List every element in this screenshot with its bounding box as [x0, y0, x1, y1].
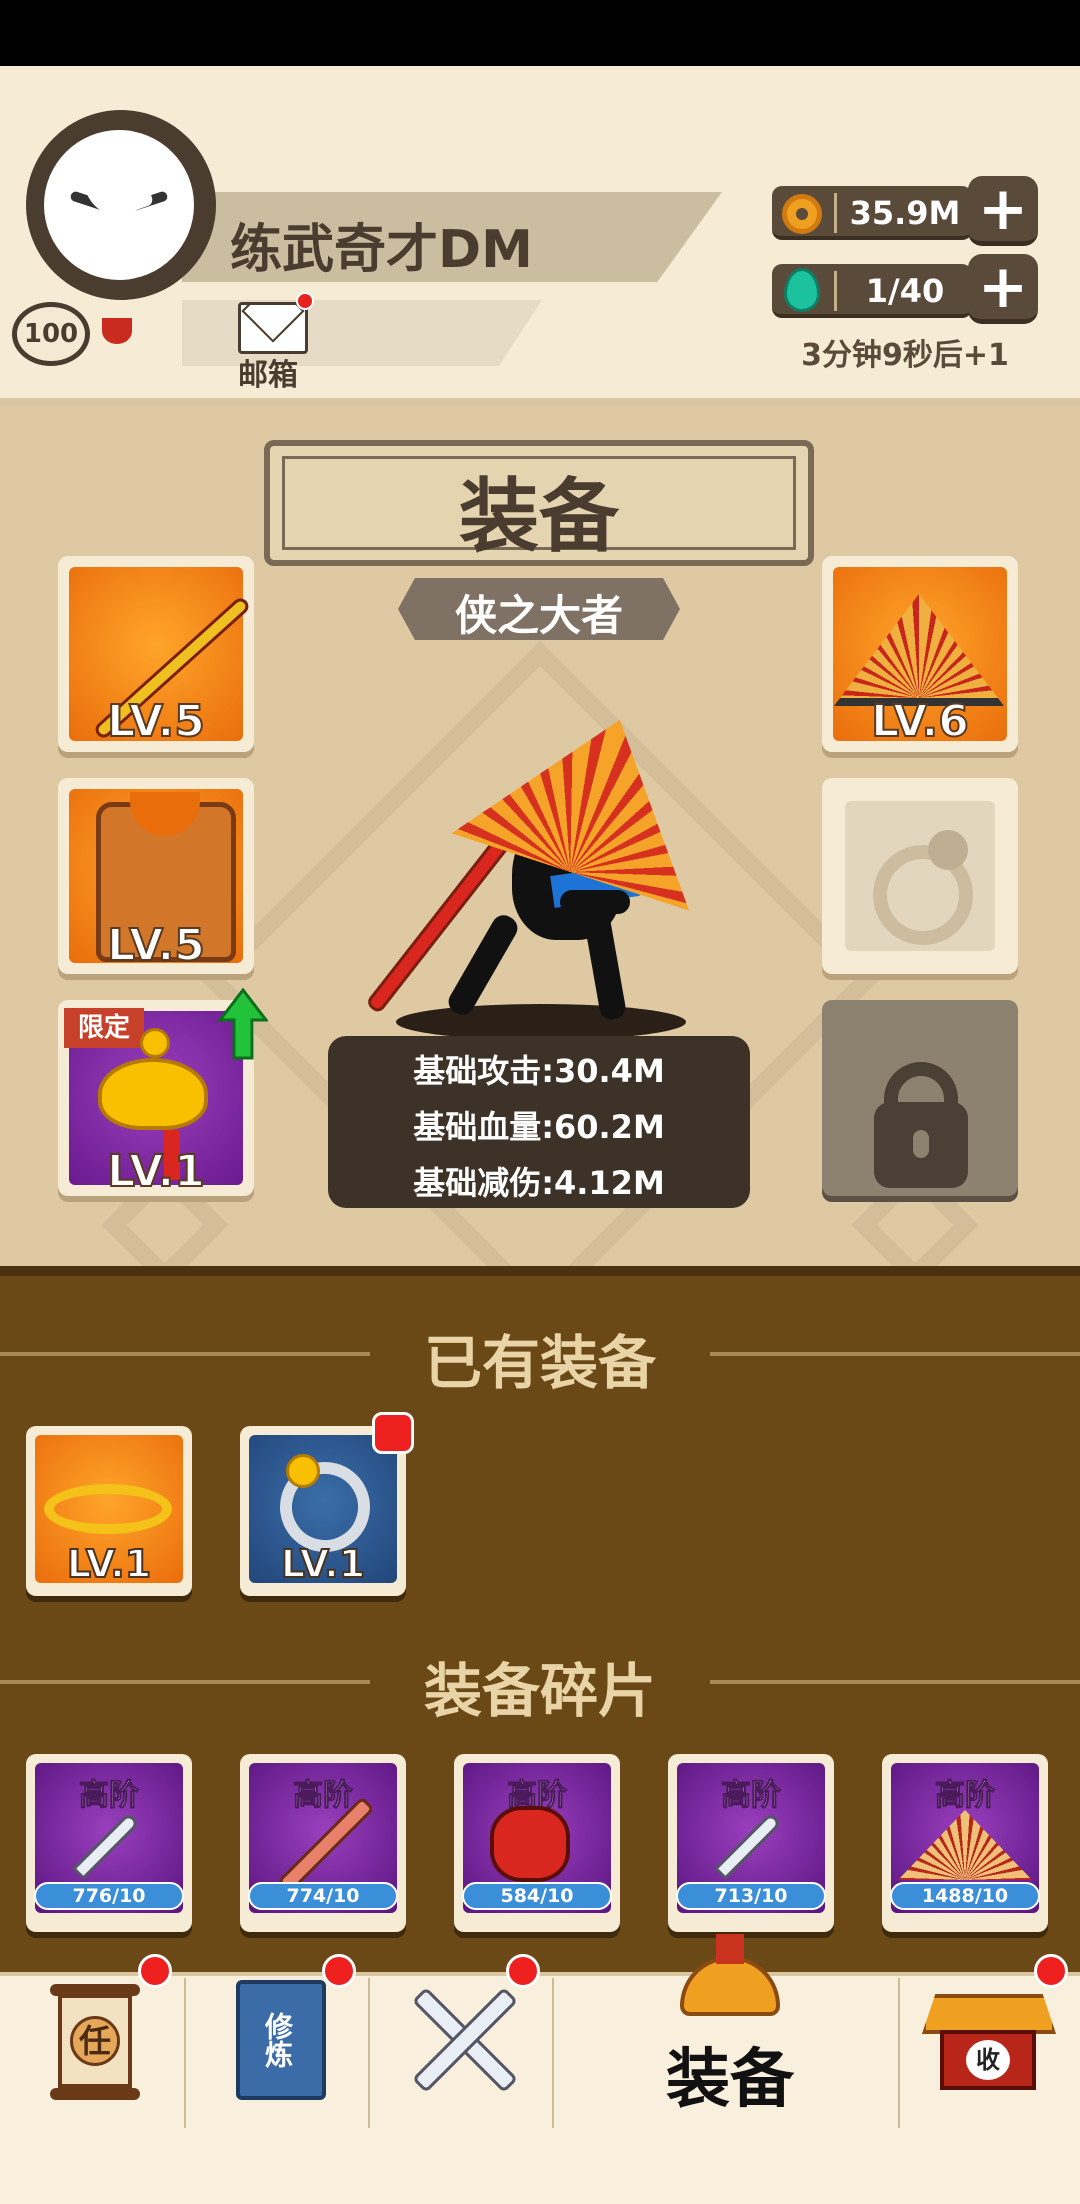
slot-level: LV.5 [106, 919, 206, 972]
page-title: 装备 [459, 470, 619, 563]
add-stamina-button[interactable]: + [968, 254, 1038, 324]
stamina-gem-icon [784, 268, 820, 312]
armor-plume [716, 1934, 744, 1964]
gold-ingot-knob [140, 1028, 170, 1058]
notification-badge [1034, 1954, 1068, 1988]
rank-title: 侠之大者 [454, 591, 623, 640]
notification-badge [138, 1954, 172, 1988]
res-divider [834, 271, 837, 311]
empty-ring-gem [928, 830, 968, 870]
upgrade-arrow-icon [218, 988, 268, 1060]
fragment-count: 713/10 [676, 1882, 826, 1910]
player-name: 练武奇才DM [230, 220, 533, 280]
coin-count: 35.9M [849, 194, 961, 232]
collection-temple-icon [922, 1994, 1056, 2034]
mail-notification-dot [296, 292, 314, 310]
mail-label[interactable]: 邮箱 [238, 350, 298, 394]
gold-headband-icon [44, 1484, 172, 1534]
owned-equipment-title: 已有装备 [423, 1329, 656, 1397]
ring-gem-icon [286, 1454, 320, 1488]
player-level-badge: 100 [12, 302, 90, 366]
fragments-title: 装备碎片 [423, 1657, 656, 1725]
lock-keyhole [913, 1130, 929, 1158]
fragment-tier: 高阶 [935, 1778, 996, 1814]
slot-level: LV.1 [106, 1145, 206, 1198]
status-bar [0, 0, 1080, 66]
character-arm [560, 890, 630, 914]
item-level: LV.1 [66, 1541, 152, 1587]
quest-scroll-rod [50, 2088, 140, 2100]
training-book-icon: 修炼 [236, 1980, 326, 2100]
add-coins-button[interactable]: + [968, 176, 1038, 246]
name-plate-secondary [182, 300, 542, 366]
stamina-timer: 3分钟9秒后+1 [801, 338, 1009, 373]
stat-attack: 基础攻击:30.4M [413, 1052, 665, 1090]
avatar-beak [102, 318, 132, 344]
mail-icon[interactable] [238, 302, 308, 354]
character-shadow [396, 1004, 686, 1040]
fragment-tier: 高阶 [721, 1778, 782, 1814]
fragment-count: 774/10 [248, 1882, 398, 1910]
fragment-count: 776/10 [34, 1882, 184, 1910]
mail-flap [241, 305, 305, 343]
stat-damage-reduction: 基础减伤:4.12M [413, 1164, 665, 1202]
coin-hole [796, 208, 808, 220]
slot-level: LV.5 [106, 695, 206, 748]
limited-tag: 限定 [64, 1008, 144, 1048]
new-item-badge [372, 1412, 414, 1454]
stat-health: 基础血量:60.2M [413, 1108, 665, 1146]
notification-badge [506, 1954, 540, 1988]
temple-sign: 收 [966, 2040, 1010, 2080]
fragment-tier: 高阶 [293, 1778, 354, 1814]
fragment-tier: 高阶 [79, 1778, 140, 1814]
stamina-count: 1/40 [865, 272, 945, 310]
res-divider [834, 193, 837, 233]
item-level: LV.1 [280, 1541, 366, 1587]
fragment-count: 584/10 [462, 1882, 612, 1910]
quest-scroll-text: 任 [70, 2016, 120, 2066]
notification-badge [322, 1954, 356, 1988]
slot-level: LV.6 [870, 695, 970, 748]
gauntlet-icon [490, 1806, 570, 1882]
system-nav-bar [0, 2134, 1080, 2204]
fragment-count: 1488/10 [890, 1882, 1040, 1910]
nav-label-equipment: 装备 [666, 2043, 794, 2117]
gold-ingot-icon [98, 1058, 208, 1130]
